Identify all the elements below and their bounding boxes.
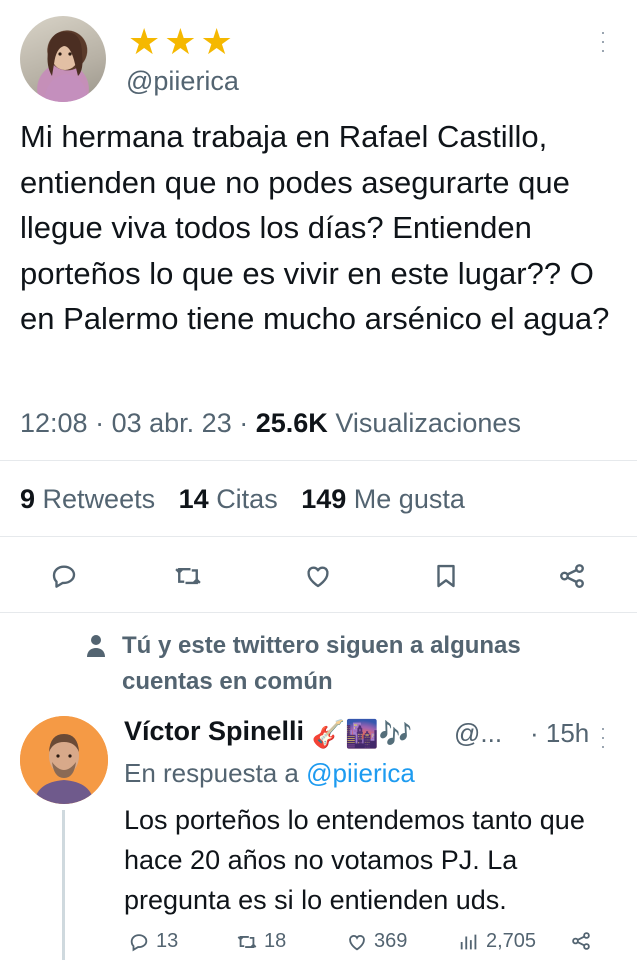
like-button[interactable] <box>298 556 338 596</box>
tweet-text: Mi hermana trabaja en Rafael Castillo, e… <box>20 119 610 336</box>
reply-replies-count: 13 <box>156 930 179 952</box>
retweet-icon <box>175 567 201 585</box>
reply-icon <box>52 565 76 588</box>
bookmark-button[interactable] <box>426 556 466 596</box>
retweets-stat[interactable]: 9 Retweets <box>20 484 155 514</box>
like-icon <box>349 934 365 950</box>
author-avatar[interactable] <box>20 16 106 102</box>
reply-text: Los porteños lo entendemos tanto que hac… <box>124 805 585 915</box>
tweet-date[interactable]: 03 abr. 23 <box>112 408 232 438</box>
follow-note: Tú y este twittero siguen a algunas cuen… <box>122 632 521 695</box>
quotes-stat[interactable]: 14 Citas <box>179 484 278 514</box>
replying-to: En respuesta a @piierica <box>124 758 415 788</box>
share-icon <box>572 932 590 950</box>
retweet-button[interactable] <box>168 556 208 596</box>
more-icon[interactable]: · · · <box>596 719 610 755</box>
avatar-image-icon <box>20 716 108 804</box>
retweet-icon <box>237 935 257 948</box>
reply-retweet-button[interactable]: 18 <box>236 930 286 953</box>
reply-like-button[interactable]: 369 <box>346 930 407 953</box>
divider <box>0 612 637 613</box>
divider <box>0 460 637 461</box>
bookmark-icon <box>437 564 455 588</box>
reply-time[interactable]: · 15h <box>530 718 589 749</box>
avatar-image-icon <box>44 31 88 102</box>
share-button[interactable] <box>552 556 592 596</box>
author-handle[interactable]: @piierica <box>126 66 239 97</box>
meta-separator: · <box>95 408 105 438</box>
meta-separator: · <box>239 408 249 438</box>
reply-likes-count: 369 <box>374 930 408 952</box>
tweet-meta: 12:08 · 03 abr. 23 · 25.6K Visualizacion… <box>20 408 521 439</box>
like-icon <box>307 566 329 588</box>
reply-icon <box>130 933 148 951</box>
reply-views-button[interactable]: 2,705 <box>458 930 536 953</box>
reply-views-count: 2,705 <box>486 930 537 952</box>
reply-author-name[interactable]: Víctor Spinelli 🎸🌆🎶 <box>124 716 412 750</box>
replying-handle-link[interactable]: @piierica <box>306 758 415 788</box>
name-emojis: 🎸🌆🎶 <box>311 719 413 749</box>
reply-share-button[interactable] <box>570 930 592 952</box>
likes-stat[interactable]: 149 Me gusta <box>301 484 465 514</box>
divider <box>0 536 637 537</box>
thread-line <box>62 810 65 960</box>
more-icon[interactable]: · · · <box>596 23 610 59</box>
reply-retweets-count: 18 <box>264 930 287 952</box>
tweet-stats: 9 Retweets 14 Citas 149 Me gusta <box>20 484 481 515</box>
reply-button[interactable] <box>44 556 84 596</box>
reply-reply-button[interactable]: 13 <box>128 930 178 953</box>
reply-avatar[interactable] <box>20 716 108 804</box>
reply-author-handle[interactable]: @... <box>454 718 502 749</box>
display-name-stars[interactable]: ★★★ <box>128 22 237 62</box>
views-count: 25.6K <box>255 408 328 438</box>
person-icon <box>86 634 106 658</box>
views-icon <box>460 934 477 949</box>
views-label: Visualizaciones <box>335 408 521 438</box>
tweet-time[interactable]: 12:08 <box>20 408 88 438</box>
share-icon <box>560 564 584 588</box>
